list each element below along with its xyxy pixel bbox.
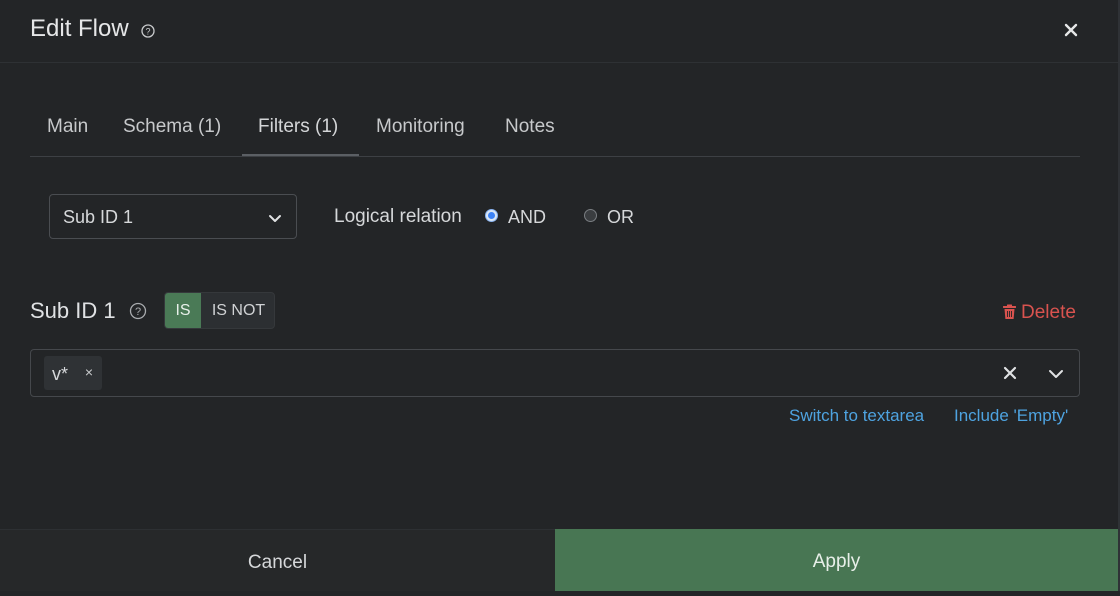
apply-button[interactable]: Apply	[555, 529, 1118, 591]
clear-icon[interactable]	[1001, 364, 1019, 382]
tab-main[interactable]: Main	[47, 116, 88, 138]
chevron-down-icon[interactable]	[1047, 365, 1065, 383]
filter-field-select-value: Sub ID 1	[63, 207, 134, 227]
radio-and[interactable]	[485, 209, 498, 222]
filter-values-input[interactable]: v* ×	[30, 349, 1080, 397]
radio-or-label[interactable]: OR	[607, 207, 634, 228]
value-tag-label: v*	[52, 364, 69, 384]
tab-monitoring[interactable]: Monitoring	[376, 116, 465, 138]
filter-field-select[interactable]: Sub ID 1	[49, 194, 297, 239]
value-tag: v* ×	[44, 356, 102, 390]
logical-relation-label: Logical relation	[334, 206, 462, 227]
tab-notes[interactable]: Notes	[505, 116, 555, 138]
cancel-button[interactable]: Cancel	[0, 529, 555, 591]
tab-filters[interactable]: Filters (1)	[258, 116, 338, 138]
radio-or[interactable]	[584, 209, 597, 222]
tag-remove-icon[interactable]: ×	[82, 365, 96, 379]
help-circle-icon[interactable]: ?	[141, 24, 155, 38]
delete-label: Delete	[1021, 302, 1076, 323]
switch-to-textarea-link[interactable]: Switch to textarea	[789, 406, 924, 426]
edit-flow-modal: Edit Flow ? Main Schema (1) Filters (1) …	[0, 0, 1118, 591]
toggle-is-not-button[interactable]: IS NOT	[201, 293, 274, 328]
modal-footer: Cancel Apply	[0, 529, 1118, 591]
tab-schema[interactable]: Schema (1)	[123, 116, 221, 138]
is-isnot-toggle: IS IS NOT	[164, 292, 275, 329]
toggle-is-button[interactable]: IS	[165, 293, 201, 328]
include-empty-link[interactable]: Include 'Empty'	[954, 406, 1068, 426]
tab-bar: Main Schema (1) Filters (1) Monitoring N…	[30, 100, 1080, 157]
modal-header: Edit Flow ?	[0, 0, 1118, 63]
radio-and-label[interactable]: AND	[508, 207, 546, 228]
modal-title: Edit Flow	[30, 15, 129, 42]
close-icon[interactable]	[1061, 20, 1081, 40]
active-tab-indicator	[242, 154, 359, 156]
filter-title: Sub ID 1	[30, 298, 116, 323]
chevron-down-icon	[269, 215, 281, 222]
svg-text:?: ?	[135, 306, 141, 318]
trash-icon	[1003, 304, 1016, 319]
delete-filter-button[interactable]: Delete	[1002, 302, 1076, 324]
svg-text:?: ?	[145, 27, 150, 37]
help-circle-icon[interactable]: ?	[129, 302, 147, 320]
